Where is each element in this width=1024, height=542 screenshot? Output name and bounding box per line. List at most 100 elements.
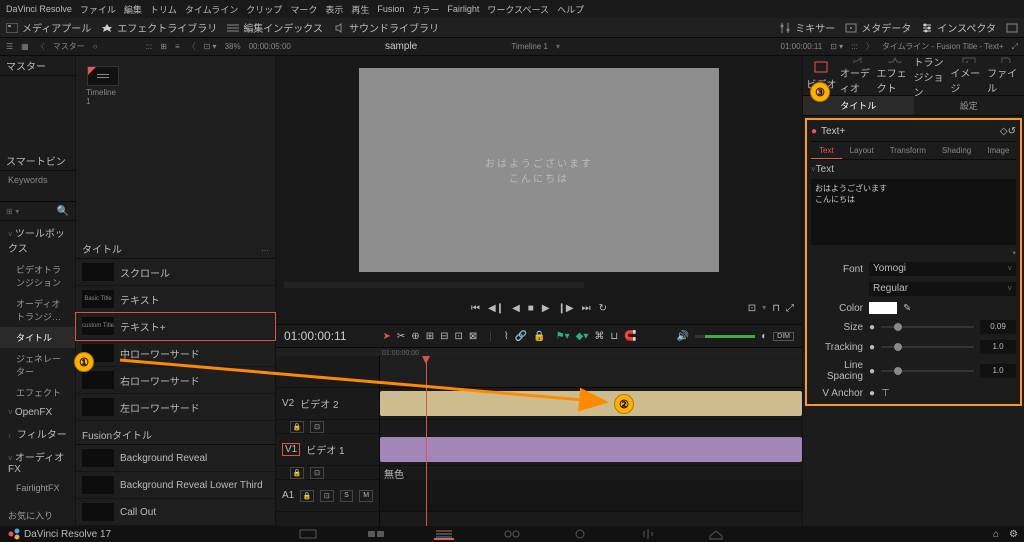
page-fusion[interactable]: [502, 528, 522, 540]
blade-tool-icon[interactable]: ✂: [397, 331, 405, 342]
menu-help[interactable]: ヘルプ: [557, 3, 584, 16]
app-menu[interactable]: DaVinci Resolve: [6, 4, 72, 14]
font-weight-dropdown[interactable]: Regular˅: [869, 282, 1016, 296]
match-frame-icon[interactable]: ⊡: [748, 303, 756, 314]
text-content-input[interactable]: [811, 179, 1016, 245]
cat-effect[interactable]: エフェクト: [0, 382, 75, 403]
settings-gear-icon[interactable]: ⚙: [1009, 529, 1018, 540]
link-icon[interactable]: ⌇: [504, 331, 509, 342]
flag-icon[interactable]: ⚑▾: [556, 331, 570, 342]
page-media[interactable]: [298, 528, 318, 540]
thumb-icon[interactable]: ▦: [21, 42, 29, 51]
home-icon[interactable]: ⌂: [993, 529, 999, 540]
title-text[interactable]: Basic Titleテキスト: [76, 286, 275, 313]
title-scroll[interactable]: スクロール: [76, 259, 275, 286]
texttab-transform[interactable]: Transform: [882, 142, 934, 159]
snap-icon[interactable]: ⊔: [610, 331, 618, 342]
vanchor-top-icon[interactable]: ⊤: [881, 388, 890, 399]
chain-icon[interactable]: 🔗: [515, 331, 527, 342]
section-text-header[interactable]: Text: [816, 164, 834, 175]
keyframe-icon[interactable]: ◇: [1000, 126, 1008, 137]
menu-workspace[interactable]: ワークスペース: [487, 3, 549, 16]
next-clip-icon[interactable]: ⏭: [582, 303, 591, 314]
page-color[interactable]: [570, 528, 590, 540]
cat-favorites[interactable]: お気に入り: [0, 505, 75, 526]
page-cut[interactable]: [366, 528, 386, 540]
tracking-slider[interactable]: [881, 346, 974, 348]
reverse-icon[interactable]: ◀: [512, 303, 520, 314]
menu-mark[interactable]: マーク: [290, 3, 317, 16]
title-left-lower-third[interactable]: 左ローワーサード: [76, 394, 275, 421]
inspector-tab-effect[interactable]: エフェクト: [877, 56, 914, 95]
arrow-tool-icon[interactable]: ➤: [383, 331, 391, 342]
fit-menu[interactable]: ⊡ ▾: [204, 42, 217, 51]
marker-icon[interactable]: ◆▾: [576, 331, 589, 342]
in-out-icon[interactable]: ⊓: [772, 303, 780, 314]
linespacing-slider[interactable]: [881, 370, 974, 372]
cat-video-transition[interactable]: ビデオトランジション: [0, 259, 75, 293]
inspector-toggle[interactable]: インスペクタ: [921, 20, 996, 35]
cat-openfx[interactable]: ˅ OpenFX: [0, 403, 75, 422]
stop-icon[interactable]: ■: [528, 303, 534, 314]
sound-library-toggle[interactable]: サウンドライブラリ: [333, 20, 439, 35]
prev-clip-icon[interactable]: ⏮: [471, 303, 480, 314]
inspector-tab-image[interactable]: イメージ: [950, 56, 987, 95]
zoom-value[interactable]: 38%: [225, 42, 241, 51]
title-right-lower-third[interactable]: 右ローワーサード: [76, 367, 275, 394]
fusion-bg-reveal[interactable]: Background Reveal: [76, 445, 275, 472]
inspector-tab-transition[interactable]: トランジション: [913, 56, 950, 95]
source-scrubber[interactable]: [284, 282, 584, 288]
linespacing-value[interactable]: 1.0: [980, 364, 1016, 378]
track-lock-icon[interactable]: 🔒: [290, 421, 304, 433]
track-v2[interactable]: Text+: [380, 388, 802, 420]
insert-icon[interactable]: ⊕: [411, 331, 419, 342]
cat-fairlightfx[interactable]: FairlightFX: [0, 479, 75, 497]
lock-icon[interactable]: 🔒: [533, 331, 545, 342]
menu-color[interactable]: カラー: [412, 3, 439, 16]
metadata-toggle[interactable]: メタデータ: [845, 20, 911, 35]
clip-text-plus[interactable]: Text+: [380, 391, 802, 416]
fusion-bg-reveal-lt[interactable]: Background Reveal Lower Third: [76, 472, 275, 499]
texttab-layout[interactable]: Layout: [842, 142, 882, 159]
menu-timeline[interactable]: タイムライン: [185, 3, 238, 16]
step-fwd-icon[interactable]: ❙▶: [558, 303, 574, 314]
track-header-v2[interactable]: V2ビデオ 2: [276, 388, 379, 420]
mixer-toggle[interactable]: ミキサー: [779, 20, 835, 35]
cat-title[interactable]: タイトル: [0, 327, 75, 348]
reset-icon[interactable]: ↺: [1008, 126, 1016, 137]
texttab-settings[interactable]: Settings: [1017, 142, 1024, 159]
page-edit[interactable]: [434, 528, 454, 540]
overwrite-icon[interactable]: ⊞: [426, 331, 434, 342]
snap-link-icon[interactable]: ⌘: [594, 331, 604, 342]
search-icon[interactable]: 🔍: [57, 206, 69, 217]
texttab-image[interactable]: Image: [979, 142, 1017, 159]
page-deliver[interactable]: [706, 528, 726, 540]
media-thumb[interactable]: Timeline 1: [86, 66, 120, 106]
menu-trim[interactable]: トリム: [150, 3, 177, 16]
track-a1[interactable]: [380, 480, 802, 512]
tracking-value[interactable]: 1.0: [980, 340, 1016, 354]
menu-clip[interactable]: クリップ: [246, 3, 282, 16]
fit-icon[interactable]: ⊡: [454, 331, 462, 342]
effects-library-toggle[interactable]: エフェクトライブラリ: [101, 20, 217, 35]
cat-toolbox[interactable]: ˅ ツールボックス: [0, 221, 75, 259]
title-text-plus[interactable]: custom Titleテキスト+: [76, 313, 275, 340]
volume-slider[interactable]: [695, 335, 755, 338]
subtab-settings[interactable]: 設定: [914, 96, 1024, 115]
size-slider[interactable]: [881, 326, 974, 328]
cat-filter[interactable]: › フィルター: [0, 422, 75, 445]
step-back-icon[interactable]: ◀❙: [488, 303, 504, 314]
play-icon[interactable]: ▶: [542, 303, 550, 314]
viewer[interactable]: おはようございます こんにちは: [276, 56, 802, 292]
timeline-scrubber[interactable]: 01:00:00:00: [276, 348, 802, 356]
volume-icon[interactable]: 🔊: [677, 331, 689, 342]
menu-fusion[interactable]: Fusion: [377, 4, 404, 14]
full-screen-toggle[interactable]: [1006, 23, 1018, 33]
enable-dot-icon[interactable]: ●: [811, 126, 817, 137]
mute-icon[interactable]: DIM: [773, 332, 794, 341]
fusion-callout[interactable]: Call Out: [76, 499, 275, 526]
edit-index-toggle[interactable]: 編集インデックス: [227, 20, 323, 35]
track-header-v1[interactable]: V1ビデオ 1: [276, 434, 379, 466]
mediapool-toggle[interactable]: メディアプール: [6, 20, 91, 35]
playhead[interactable]: [426, 356, 427, 526]
